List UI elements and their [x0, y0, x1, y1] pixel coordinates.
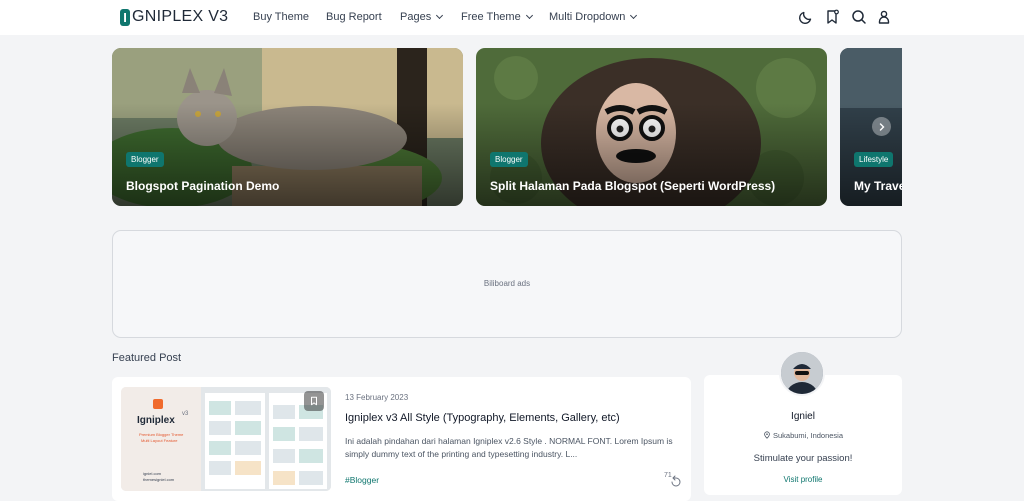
thumb-site: themesigniel.com: [143, 477, 175, 482]
slide-card[interactable]: Blogger Blogspot Pagination Demo: [112, 48, 463, 206]
category-badge[interactable]: Lifestyle: [854, 152, 894, 167]
author-location: Sukabumi, Indonesia: [704, 431, 902, 440]
chevron-down-icon: [436, 11, 444, 19]
nav-buy-theme[interactable]: Buy Theme: [253, 11, 309, 23]
search-icon[interactable]: [851, 9, 867, 25]
thumb-brand: Igniplex: [137, 415, 175, 426]
chevron-right-icon: [879, 122, 884, 131]
author-name: Igniel: [791, 411, 815, 422]
post-slider: Blogger Blogspot Pagination Demo Blogger…: [112, 48, 902, 206]
nav-bug-report[interactable]: Bug Report: [326, 11, 382, 23]
thumb-sub: Multi Layout Feature: [141, 438, 178, 443]
slider-next-button[interactable]: [872, 117, 891, 136]
chevron-down-icon: [525, 11, 533, 19]
featured-post-heading: Featured Post: [112, 352, 182, 364]
nav-multi-dropdown[interactable]: Multi Dropdown: [549, 11, 638, 23]
post-date: 13 February 2023: [345, 393, 409, 402]
slide-card[interactable]: Blogger Split Halaman Pada Blogspot (Sep…: [476, 48, 827, 206]
top-navbar: I GNIPLEX V3 Buy Theme Bug Report Pages …: [0, 0, 1024, 35]
site-logo[interactable]: I GNIPLEX V3: [120, 8, 228, 26]
bookmark-icon[interactable]: [824, 9, 840, 25]
nav-free-theme-dropdown[interactable]: Free Theme: [461, 11, 533, 23]
author-bio: Stimulate your passion!: [753, 453, 853, 464]
thumb-version: v3: [182, 411, 189, 417]
moon-icon[interactable]: [798, 9, 814, 25]
user-icon[interactable]: [876, 9, 892, 25]
nav-label: Multi Dropdown: [549, 11, 626, 23]
category-badge[interactable]: Blogger: [126, 152, 164, 167]
bookmark-icon: [311, 396, 317, 406]
site-title: GNIPLEX V3: [132, 8, 229, 25]
location-text: Sukabumi, Indonesia: [772, 431, 844, 440]
avatar-image: [781, 352, 823, 394]
slide-title[interactable]: Blogspot Pagination Demo: [126, 179, 279, 193]
nav-label: Bug Report: [326, 11, 382, 23]
nav-pages-dropdown[interactable]: Pages: [400, 11, 444, 23]
bookmark-button[interactable]: [304, 391, 324, 411]
share-icon[interactable]: [670, 475, 682, 487]
thumb-site: igniel.com: [143, 471, 162, 476]
visit-profile-link[interactable]: Visit profile: [704, 475, 902, 484]
category-badge[interactable]: Blogger: [490, 152, 528, 167]
nav-label: Pages: [400, 11, 432, 23]
post-title[interactable]: Igniplex v3 All Style (Typography, Eleme…: [345, 412, 620, 424]
slide-title[interactable]: My Trave: [854, 179, 902, 193]
map-pin-icon: [764, 431, 770, 439]
ad-label: Biliboard ads: [483, 279, 531, 288]
post-excerpt: Ini adalah pindahan dari halaman Igniple…: [345, 436, 673, 459]
thumb-sub: Premium Blogger Theme: [139, 432, 184, 437]
avatar[interactable]: [779, 350, 825, 396]
chevron-down-icon: [630, 11, 638, 19]
featured-post-card[interactable]: Igniplex v3 Premium Blogger Theme Multi …: [112, 377, 691, 501]
logo-mark: I: [120, 8, 130, 26]
nav-label: Free Theme: [461, 11, 521, 23]
nav-label: Buy Theme: [253, 11, 310, 23]
slide-card[interactable]: Lifestyle My Trave: [840, 48, 902, 206]
post-tag[interactable]: #Blogger: [345, 475, 379, 485]
slide-title[interactable]: Split Halaman Pada Blogspot (Seperti Wor…: [490, 179, 775, 193]
billboard-ad-slot: Biliboard ads: [112, 230, 902, 338]
post-thumbnail[interactable]: Igniplex v3 Premium Blogger Theme Multi …: [121, 387, 331, 491]
